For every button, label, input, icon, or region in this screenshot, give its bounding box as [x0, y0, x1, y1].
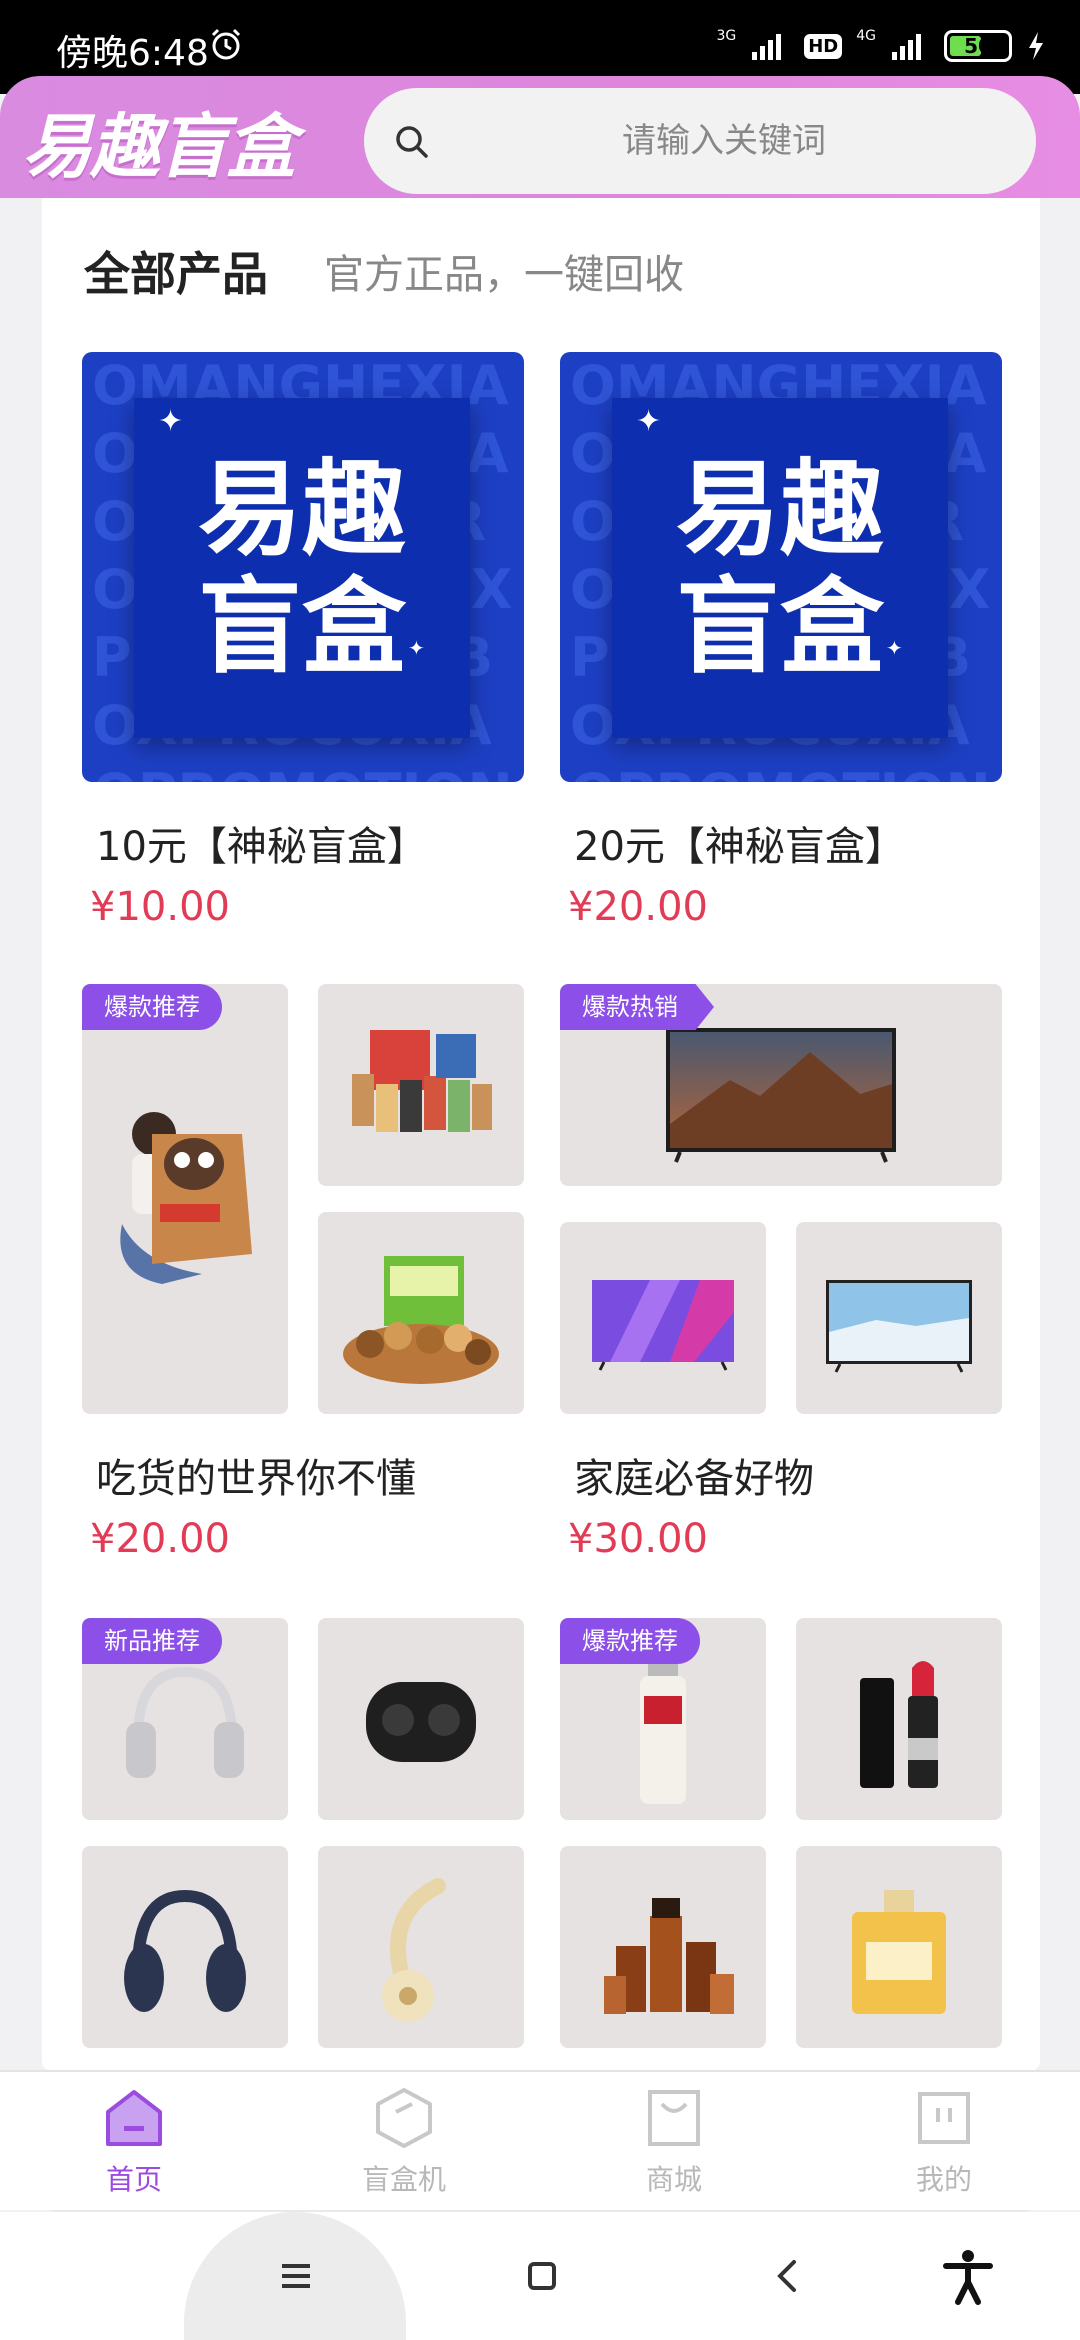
product-image-main: 爆款推荐 [82, 984, 288, 1414]
image-text-line-1: 易趣 [197, 448, 406, 570]
status-indicators: 3G HD 4G 50 [716, 26, 1046, 66]
sparkle-icon: ✦ [408, 636, 425, 660]
snack-gift-box-image [352, 1030, 492, 1132]
blind-box-graphic: 易趣 盲盒 [134, 398, 470, 738]
product-image-thumb [318, 984, 524, 1186]
sparkle-icon: ✦ [886, 636, 903, 660]
sparkle-icon: ✦ [158, 404, 184, 439]
product-name: 10元【神秘盲盒】 [96, 824, 427, 870]
perfume-bottle-image [852, 1890, 946, 2014]
product-price: ¥30.00 [568, 1516, 708, 1562]
profile-icon [918, 2092, 970, 2144]
tv-image [826, 1280, 972, 1373]
accessibility-icon[interactable] [938, 2246, 998, 2306]
section-subtitle: 官方正品，一键回收 [324, 252, 684, 298]
product-image: OMANGHEXIAOMANGHEXIAOMANGHEPROMOTIONBOXP… [560, 352, 1002, 782]
product-tag: 爆款推荐 [82, 984, 222, 1030]
system-navigation-bar [0, 2212, 1080, 2340]
shop-bag-icon [648, 2090, 700, 2146]
nav-profile[interactable]: 我的 [854, 2086, 1034, 2206]
sparkle-icon: ✦ [636, 404, 662, 439]
skincare-set-image [604, 1898, 734, 2014]
section-title: 全部产品 [84, 247, 268, 301]
product-image-thumb [318, 1618, 524, 1820]
home-button-icon[interactable] [512, 2246, 572, 2306]
nav-label: 盲盒机 [361, 2163, 446, 2196]
product-name: 吃货的世界你不懂 [96, 1456, 416, 1502]
product-image-thumb [796, 1618, 1002, 1820]
network-type-1: 3G [716, 28, 737, 44]
product-card[interactable]: OMANGHEXIAOMANGHEXIAOMANGHEPROMOTIONBOXP… [560, 352, 1002, 952]
cube-icon [376, 2088, 432, 2148]
tv-image [592, 1280, 734, 1371]
nuts-gift-image [343, 1256, 499, 1384]
battery-icon: 50 [944, 30, 1012, 62]
nav-blind-box-machine[interactable]: 盲盒机 [314, 2086, 494, 2206]
product-image-main: 爆款热销 [560, 984, 1002, 1186]
product-image-thumb [318, 1212, 524, 1414]
product-image-thumb: 新品推荐 [82, 1618, 288, 1820]
product-image-thumb [82, 1846, 288, 2048]
product-name: 家庭必备好物 [574, 1456, 814, 1502]
charging-icon [1029, 32, 1043, 60]
app-header: 易趣盲盒 [0, 76, 1080, 198]
alarm-icon [211, 28, 241, 60]
image-text-line-2: 盲盒 [197, 566, 406, 688]
network-type-2: 4G [856, 28, 876, 44]
product-image: OMANGHEXIAOMANGHEXIAOMANGHEPROMOTIONBOXP… [82, 352, 524, 782]
product-card[interactable]: 爆款推荐 吃货的世界你不懂 ¥20.00 [82, 984, 524, 1584]
headphones-image [382, 1878, 446, 2022]
snack-bag-image [120, 1112, 252, 1284]
product-image-thumb [318, 1846, 524, 2048]
product-card[interactable]: OMANGHEXIAOMANGHEXIAOMANGHEPROMOTIONBOXP… [82, 352, 524, 952]
nav-shop[interactable]: 商城 [584, 2086, 764, 2206]
product-price: ¥20.00 [568, 884, 708, 930]
home-icon [106, 2090, 162, 2146]
nav-label: 商城 [645, 2163, 702, 2196]
product-price: ¥20.00 [90, 1516, 230, 1562]
product-card[interactable]: 爆款热销 家庭必备好物 ¥30.00 [560, 984, 1002, 1584]
product-tag: 爆款热销 [560, 984, 714, 1030]
status-time: 傍晚6:48 [56, 33, 209, 74]
back-icon[interactable] [758, 2246, 818, 2306]
product-image-thumb [796, 1222, 1002, 1414]
product-card[interactable]: 爆款推荐 [560, 1618, 1002, 2058]
nav-home[interactable]: 首页 [44, 2086, 224, 2206]
product-image-thumb [796, 1846, 1002, 2048]
product-section: 全部产品 官方正品，一键回收 OMANGHEXIAOMANGHEXIAOMANG… [42, 198, 1040, 2070]
image-text-line-2: 盲盒 [675, 566, 884, 688]
menu-icon[interactable] [266, 2246, 326, 2306]
earbuds-image [366, 1682, 476, 1762]
product-card[interactable]: 新品推荐 [82, 1618, 524, 2058]
brand-logo: 易趣盲盒 [22, 105, 296, 188]
battery-level: 50 [964, 34, 992, 58]
search-input[interactable] [444, 88, 1004, 194]
signal-icon [752, 34, 782, 60]
product-tag: 新品推荐 [82, 1618, 222, 1664]
nav-label: 首页 [105, 2163, 162, 2196]
product-tag: 爆款推荐 [560, 1618, 700, 1664]
signal-icon-2 [892, 34, 921, 60]
product-price: ¥10.00 [90, 884, 230, 930]
bottom-nav: 首页 盲盒机 商城 我的 [0, 2070, 1080, 2210]
search-icon [396, 126, 428, 158]
lipstick-image [860, 1661, 938, 1788]
product-name: 20元【神秘盲盒】 [574, 824, 905, 870]
product-image-thumb [560, 1846, 766, 2048]
blind-box-graphic: 易趣 盲盒 [612, 398, 948, 738]
image-text-line-1: 易趣 [675, 448, 884, 570]
product-image-thumb: 爆款推荐 [560, 1618, 766, 1820]
headphones-image [124, 1889, 246, 2012]
nav-label: 我的 [915, 2163, 972, 2196]
search-bar[interactable] [364, 88, 1036, 194]
hd-badge: HD [804, 33, 843, 59]
product-image-thumb [560, 1222, 766, 1414]
